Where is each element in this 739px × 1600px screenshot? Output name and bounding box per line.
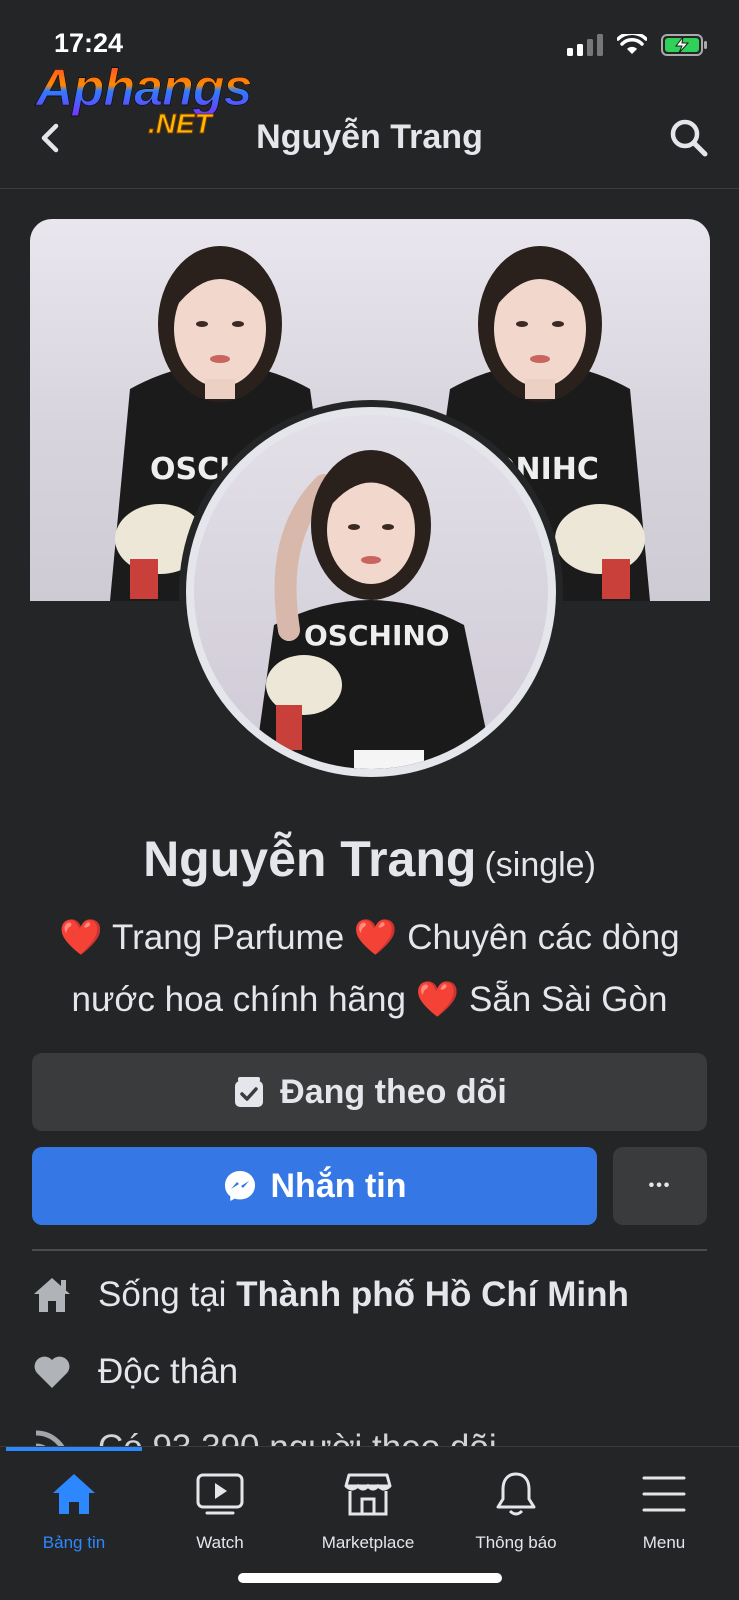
tab-label: Watch: [196, 1533, 244, 1552]
profile-name-row: Nguyễn Trang (single): [0, 830, 739, 888]
tab-news-feed[interactable]: Bảng tin: [0, 1467, 148, 1553]
tab-marketplace[interactable]: Marketplace: [294, 1467, 442, 1553]
messenger-icon: [224, 1171, 255, 1201]
section-divider: [32, 1249, 707, 1251]
bio-text: Sẵn Sài Gòn: [469, 980, 668, 1019]
active-tab-indicator: [6, 1447, 142, 1451]
tab-label: Bảng tin: [42, 1533, 106, 1552]
page-title: Nguyễn Trang: [256, 118, 483, 156]
following-button[interactable]: Đang theo dõi: [32, 1053, 707, 1131]
tab-label: Thông báo: [475, 1533, 557, 1552]
following-label: Đang theo dõi: [280, 1072, 507, 1111]
menu-icon: [590, 1467, 738, 1521]
search-button[interactable]: [667, 116, 711, 160]
signal-icon: [567, 34, 603, 56]
info-lives-in[interactable]: Sống tại Thành phố Hồ Chí Minh: [32, 1275, 629, 1315]
bell-icon: [442, 1467, 590, 1521]
heart-icon: ❤️: [59, 918, 103, 957]
status-icons: [567, 34, 709, 56]
message-label: Nhắn tin: [270, 1166, 407, 1205]
tab-notifications[interactable]: Thông báo: [442, 1467, 590, 1553]
profile-name-suffix: (single): [484, 846, 596, 884]
home-icon: [0, 1467, 148, 1521]
search-icon: [670, 119, 708, 157]
header-divider: [0, 188, 739, 189]
profile-name: Nguyễn Trang: [143, 831, 477, 887]
message-button[interactable]: Nhắn tin: [32, 1147, 597, 1225]
heart-icon: ❤️: [353, 918, 398, 957]
battery-icon: [661, 34, 707, 56]
profile-picture[interactable]: OSCHINO: [186, 407, 556, 777]
tab-label: Menu: [642, 1533, 686, 1552]
avatar-person-image: OSCHINO: [254, 450, 494, 769]
bio-text: Chuyên các dòng: [407, 918, 680, 957]
tab-watch[interactable]: Watch: [146, 1467, 294, 1553]
heart-icon: ❤️: [415, 980, 460, 1019]
tab-label: Marketplace: [321, 1533, 415, 1552]
lives-in-city[interactable]: Thành phố Hồ Chí Minh: [236, 1275, 629, 1314]
marketplace-icon: [294, 1467, 442, 1521]
bio-line-2: nước hoa chính hãng ❤️ Sẵn Sài Gòn: [40, 969, 699, 1031]
relationship-text: Độc thân: [98, 1352, 239, 1391]
page-header: Nguyễn Trang: [0, 100, 739, 190]
following-check-icon: [235, 1077, 264, 1107]
profile-bio: ❤️ Trang Parfume ❤️ Chuyên các dòng nước…: [40, 907, 699, 1031]
heart-icon: [32, 1352, 72, 1392]
home-indicator[interactable]: [238, 1573, 502, 1583]
tab-menu[interactable]: Menu: [590, 1467, 738, 1553]
svg-text:OSCHINO: OSCHINO: [304, 619, 450, 652]
more-options-label: •••: [648, 1177, 672, 1194]
status-time: 17:24: [54, 28, 124, 58]
bio-text: Trang Parfume: [112, 918, 345, 957]
info-relationship: Độc thân: [32, 1352, 238, 1392]
more-options-button[interactable]: •••: [613, 1147, 707, 1225]
home-icon: [32, 1275, 72, 1315]
profile-picture-frame[interactable]: OSCHINO: [179, 400, 563, 784]
lives-in-prefix: Sống tại: [98, 1275, 227, 1314]
wifi-icon: [617, 34, 647, 54]
bio-text: nước hoa chính hãng: [71, 980, 406, 1019]
watch-icon: [146, 1467, 294, 1521]
bio-line-1: ❤️ Trang Parfume ❤️ Chuyên các dòng: [40, 907, 699, 969]
